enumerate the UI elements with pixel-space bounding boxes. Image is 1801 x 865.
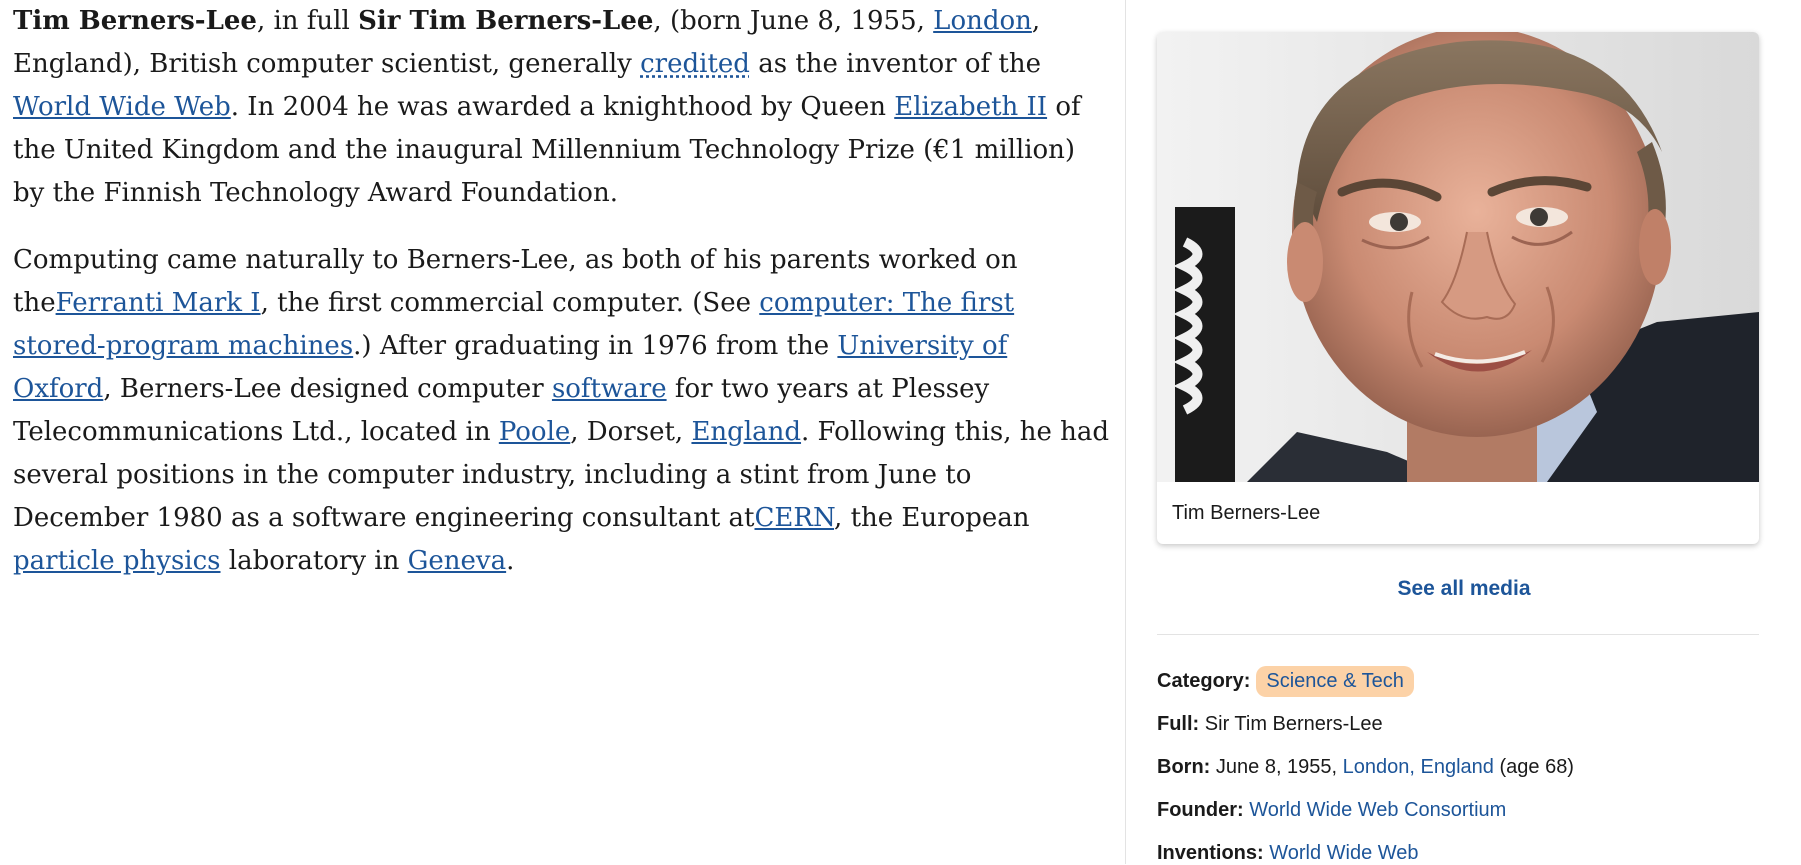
media-card[interactable]: Tim Berners-Lee	[1157, 32, 1759, 544]
fact-value: Sir Tim Berners-Lee	[1204, 713, 1383, 735]
subject-full-name: Sir Tim Berners-Lee	[358, 6, 654, 36]
link-ferranti-mark-i[interactable]: Ferranti Mark I	[56, 288, 261, 318]
text-segment: , the first commercial computer. (See	[260, 288, 760, 318]
fact-label: Born:	[1157, 756, 1211, 778]
fact-label: Full:	[1157, 713, 1200, 735]
fact-value: (age 68)	[1493, 756, 1574, 778]
link-london[interactable]: London	[933, 6, 1032, 36]
text-segment: . In 2004 he was awarded a knighthood by…	[230, 92, 895, 122]
link-elizabeth-ii[interactable]: Elizabeth II	[894, 92, 1047, 122]
media-caption: Tim Berners-Lee	[1172, 502, 1321, 524]
fact-label: Inventions:	[1157, 842, 1264, 864]
link-cern[interactable]: CERN	[755, 503, 835, 533]
fact-born: Born: June 8, 1955, London, England (age…	[1157, 756, 1574, 779]
fact-inventions: Inventions: World Wide Web	[1157, 842, 1419, 865]
category-badge[interactable]: Science & Tech	[1256, 666, 1414, 697]
born-place-link[interactable]: London, England	[1343, 756, 1494, 778]
text-segment: , in full	[256, 6, 359, 36]
text-segment: , (born June 8, 1955,	[653, 6, 934, 36]
text-segment: , the European	[834, 503, 1030, 533]
link-particle-physics[interactable]: particle physics	[13, 546, 221, 576]
inventions-link[interactable]: World Wide Web	[1269, 842, 1418, 864]
text-segment: .	[506, 546, 515, 576]
article-paragraph-2: Computing came naturally to Berners-Lee,…	[13, 239, 1113, 583]
founder-link[interactable]: World Wide Web Consortium	[1249, 799, 1506, 821]
fact-label: Founder:	[1157, 799, 1244, 821]
link-poole[interactable]: Poole	[499, 417, 570, 447]
link-software[interactable]: software	[552, 374, 667, 404]
fact-founder: Founder: World Wide Web Consortium	[1157, 799, 1506, 822]
article-body: Tim Berners-Lee, in full Sir Tim Berners…	[13, 0, 1113, 607]
fact-full-name: Full: Sir Tim Berners-Lee	[1157, 713, 1383, 736]
portrait-photo[interactable]	[1157, 32, 1759, 482]
fact-label: Category:	[1157, 670, 1251, 692]
link-world-wide-web[interactable]: World Wide Web	[13, 92, 231, 122]
article-paragraph-1: Tim Berners-Lee, in full Sir Tim Berners…	[13, 0, 1113, 215]
see-all-media-link[interactable]: See all media	[1126, 577, 1801, 601]
link-geneva[interactable]: Geneva	[408, 546, 506, 576]
text-segment: , Dorset,	[570, 417, 692, 447]
subject-name: Tim Berners-Lee	[13, 6, 257, 36]
link-england[interactable]: England	[691, 417, 801, 447]
text-segment: as the inventor of the	[749, 49, 1041, 79]
text-segment: .) After graduating in 1976 from the	[353, 331, 838, 361]
fact-category: Category: Science & Tech	[1157, 666, 1414, 697]
sidebar: Tim Berners-Lee See all media Category: …	[1125, 0, 1801, 864]
text-segment: laboratory in	[220, 546, 408, 576]
link-credited[interactable]: credited	[640, 49, 750, 79]
fact-value: June 8, 1955,	[1215, 756, 1343, 778]
text-segment: , Berners-Lee designed computer	[103, 374, 552, 404]
divider	[1157, 634, 1759, 635]
